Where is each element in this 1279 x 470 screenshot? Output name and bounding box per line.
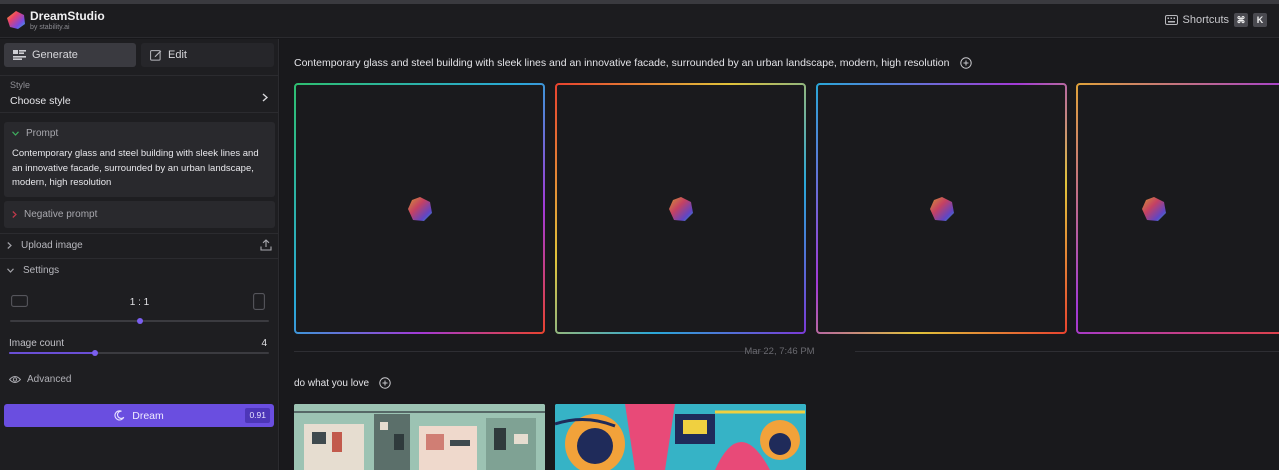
dreamstudio-logo-icon [7,11,25,29]
upload-image-label: Upload image [21,240,83,251]
edit-icon [150,50,162,61]
settings-row[interactable]: Settings [0,258,279,282]
main-panel: Contemporary glass and steel building wi… [280,39,1279,470]
generated-image-card[interactable] [294,83,545,334]
thumbnail-illustration [294,404,545,470]
generated-image-card[interactable] [1076,83,1279,334]
previous-prompt: do what you love [294,377,391,389]
image-count-slider[interactable] [9,350,269,356]
image-thumbnail[interactable] [555,404,806,470]
sidebar: Generate Edit Style Choose style Prompt … [0,39,279,470]
tab-generate[interactable]: Generate [4,43,136,67]
image-count-slider-fill [9,352,95,354]
generate-icon [13,50,26,60]
style-value: Choose style [10,95,71,107]
dream-icon [114,410,125,421]
image-thumbnail[interactable] [294,404,545,470]
style-selector[interactable]: Style Choose style [0,75,279,113]
style-label: Style [10,80,31,90]
negative-prompt-panel[interactable]: Negative prompt [4,201,275,228]
chevron-down-icon [12,131,19,136]
image-count-slider-thumb[interactable] [91,350,98,356]
negative-prompt-header: Negative prompt [12,209,97,220]
advanced-label: Advanced [27,374,72,385]
shortcuts-label: Shortcuts [1182,14,1229,26]
card-border [816,83,1067,334]
aspect-ratio-slider[interactable] [10,318,269,324]
prompt-panel[interactable]: Prompt Contemporary glass and steel buil… [4,122,275,197]
generated-image-card[interactable] [555,83,806,334]
shortcut-key-cmd: ⌘ [1234,13,1248,27]
dream-cost-badge: 0.91 [245,408,270,423]
dream-button[interactable]: Dream 0.91 [4,404,274,427]
shortcuts-button[interactable]: Shortcuts ⌘ K [1164,13,1267,27]
chevron-down-icon [7,268,14,273]
card-border [1076,83,1279,334]
card-border [555,83,806,334]
divider [855,351,1279,352]
thumbnail-illustration [555,404,806,470]
prompt-title: Prompt [26,128,59,139]
prompt-input[interactable]: Contemporary glass and steel building wi… [12,147,270,191]
image-count-label: Image count [9,338,65,349]
keyboard-icon [1164,15,1178,25]
upload-image-row[interactable]: Upload image [0,233,279,257]
app-header: DreamStudio by stability.ai Shortcuts ⌘ … [0,4,1279,38]
tab-edit-label: Edit [168,49,187,61]
reuse-prompt-icon[interactable] [959,57,972,69]
image-count-value: 4 [261,338,267,349]
dream-button-label: Dream [132,409,164,422]
chevron-right-icon [262,93,268,102]
tab-generate-label: Generate [32,49,78,61]
previous-prompt-text: do what you love [294,377,370,389]
aspect-ratio-value: 1 : 1 [129,297,150,308]
tab-edit[interactable]: Edit [141,43,274,67]
generation-prompt: Contemporary glass and steel building wi… [294,57,972,69]
chevron-right-icon [12,211,17,218]
card-border [294,83,545,334]
upload-icon[interactable] [260,239,272,251]
app-name: DreamStudio [30,9,105,23]
shortcut-key-k: K [1253,13,1267,27]
eye-icon [9,376,21,383]
generated-image-card[interactable] [816,83,1067,334]
advanced-toggle[interactable]: Advanced [9,374,71,385]
app-subtitle: by stability.ai [30,24,70,31]
aspect-ratio-slider-thumb[interactable] [136,318,143,324]
negative-prompt-title: Negative prompt [24,209,98,220]
reuse-prompt-icon[interactable] [379,377,391,389]
chevron-right-icon [7,242,12,249]
generation-prompt-text: Contemporary glass and steel building wi… [294,57,950,69]
portrait-ratio-icon[interactable] [253,293,265,310]
prompt-header[interactable]: Prompt [12,128,58,139]
settings-label: Settings [23,265,60,276]
